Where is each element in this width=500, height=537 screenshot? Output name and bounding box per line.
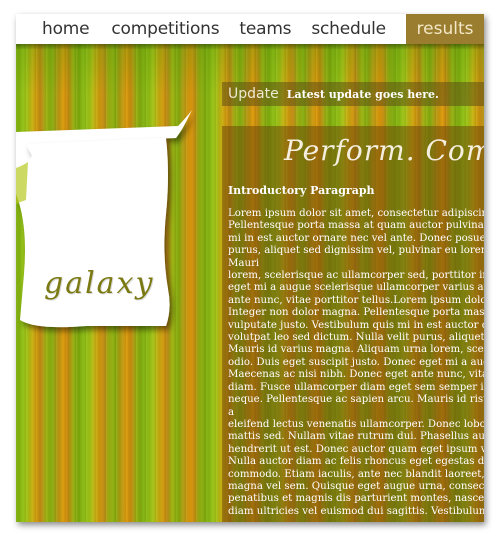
update-text: Latest update goes here. [286,87,439,101]
nav-results-active[interactable]: results [406,14,484,44]
nav-home[interactable]: home [16,19,101,39]
intro-title: Introductory Paragraph [228,184,375,197]
banner-shape [16,110,192,328]
nav-shadow [16,44,484,50]
logo-banner: galaxy [16,104,196,344]
update-label: Update [228,86,279,102]
nav-competitions[interactable]: competitions [101,19,229,39]
hero-heading: Perform. Compe [284,134,484,167]
page-frame: home competitions teams schedule results… [16,14,484,522]
logo-wordmark[interactable]: galaxy [44,266,154,301]
intro-body: Lorem ipsum dolor sit amet, consectetur … [228,208,484,517]
content-panel: Perform. Compe Introductory Paragraph Lo… [222,126,484,522]
update-bar: Update Latest update goes here. [222,82,484,106]
nav-schedule[interactable]: schedule [301,19,396,39]
main-nav: home competitions teams schedule [16,14,406,44]
nav-teams[interactable]: teams [229,19,301,39]
